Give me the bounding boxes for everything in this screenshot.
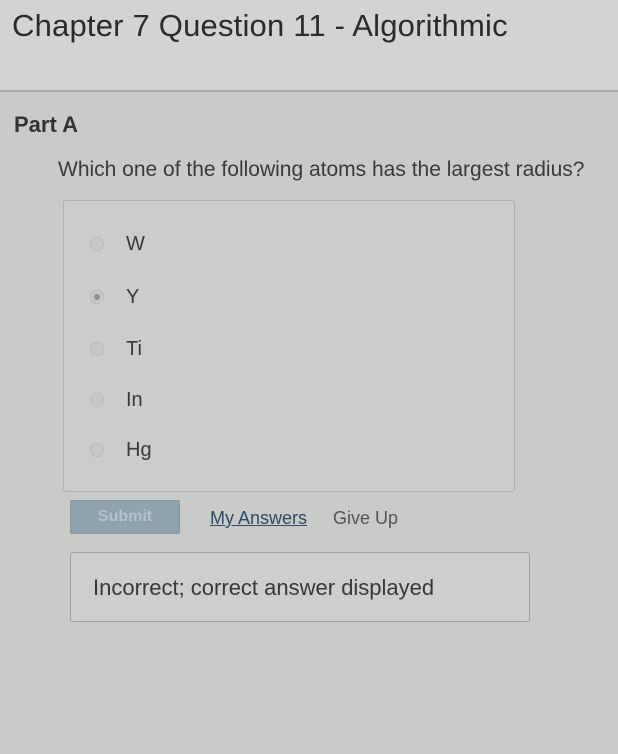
page-title: Chapter 7 Question 11 - Algorithmic xyxy=(12,8,508,43)
choice-label: W xyxy=(126,232,145,255)
radio-button-hg[interactable] xyxy=(90,443,104,457)
choice-y[interactable]: Y xyxy=(90,282,139,312)
question-text: Which one of the following atoms has the… xyxy=(58,158,585,181)
choice-in[interactable]: In xyxy=(90,385,143,415)
choice-label: In xyxy=(126,388,143,411)
choice-label: Hg xyxy=(126,438,152,461)
my-answers-link[interactable]: My Answers xyxy=(210,508,307,529)
answer-choices: W Y Ti In Hg xyxy=(63,200,515,492)
radio-button-w[interactable] xyxy=(90,237,104,251)
choice-label: Y xyxy=(126,285,140,308)
feedback-box: Incorrect; correct answer displayed xyxy=(70,552,530,622)
choice-ti[interactable]: Ti xyxy=(90,334,142,364)
choice-w[interactable]: W xyxy=(90,229,145,259)
feedback-message: Incorrect; correct answer displayed xyxy=(93,575,435,600)
question-header: Chapter 7 Question 11 - Algorithmic xyxy=(0,0,618,92)
radio-button-in[interactable] xyxy=(90,393,104,407)
submit-button[interactable]: Submit xyxy=(70,500,180,534)
radio-button-ti[interactable] xyxy=(90,342,104,356)
part-label: Part A xyxy=(14,112,78,137)
give-up-link[interactable]: Give Up xyxy=(333,508,398,529)
radio-button-y[interactable] xyxy=(90,290,104,304)
choice-label: Ti xyxy=(126,337,142,360)
choice-hg[interactable]: Hg xyxy=(90,435,152,465)
